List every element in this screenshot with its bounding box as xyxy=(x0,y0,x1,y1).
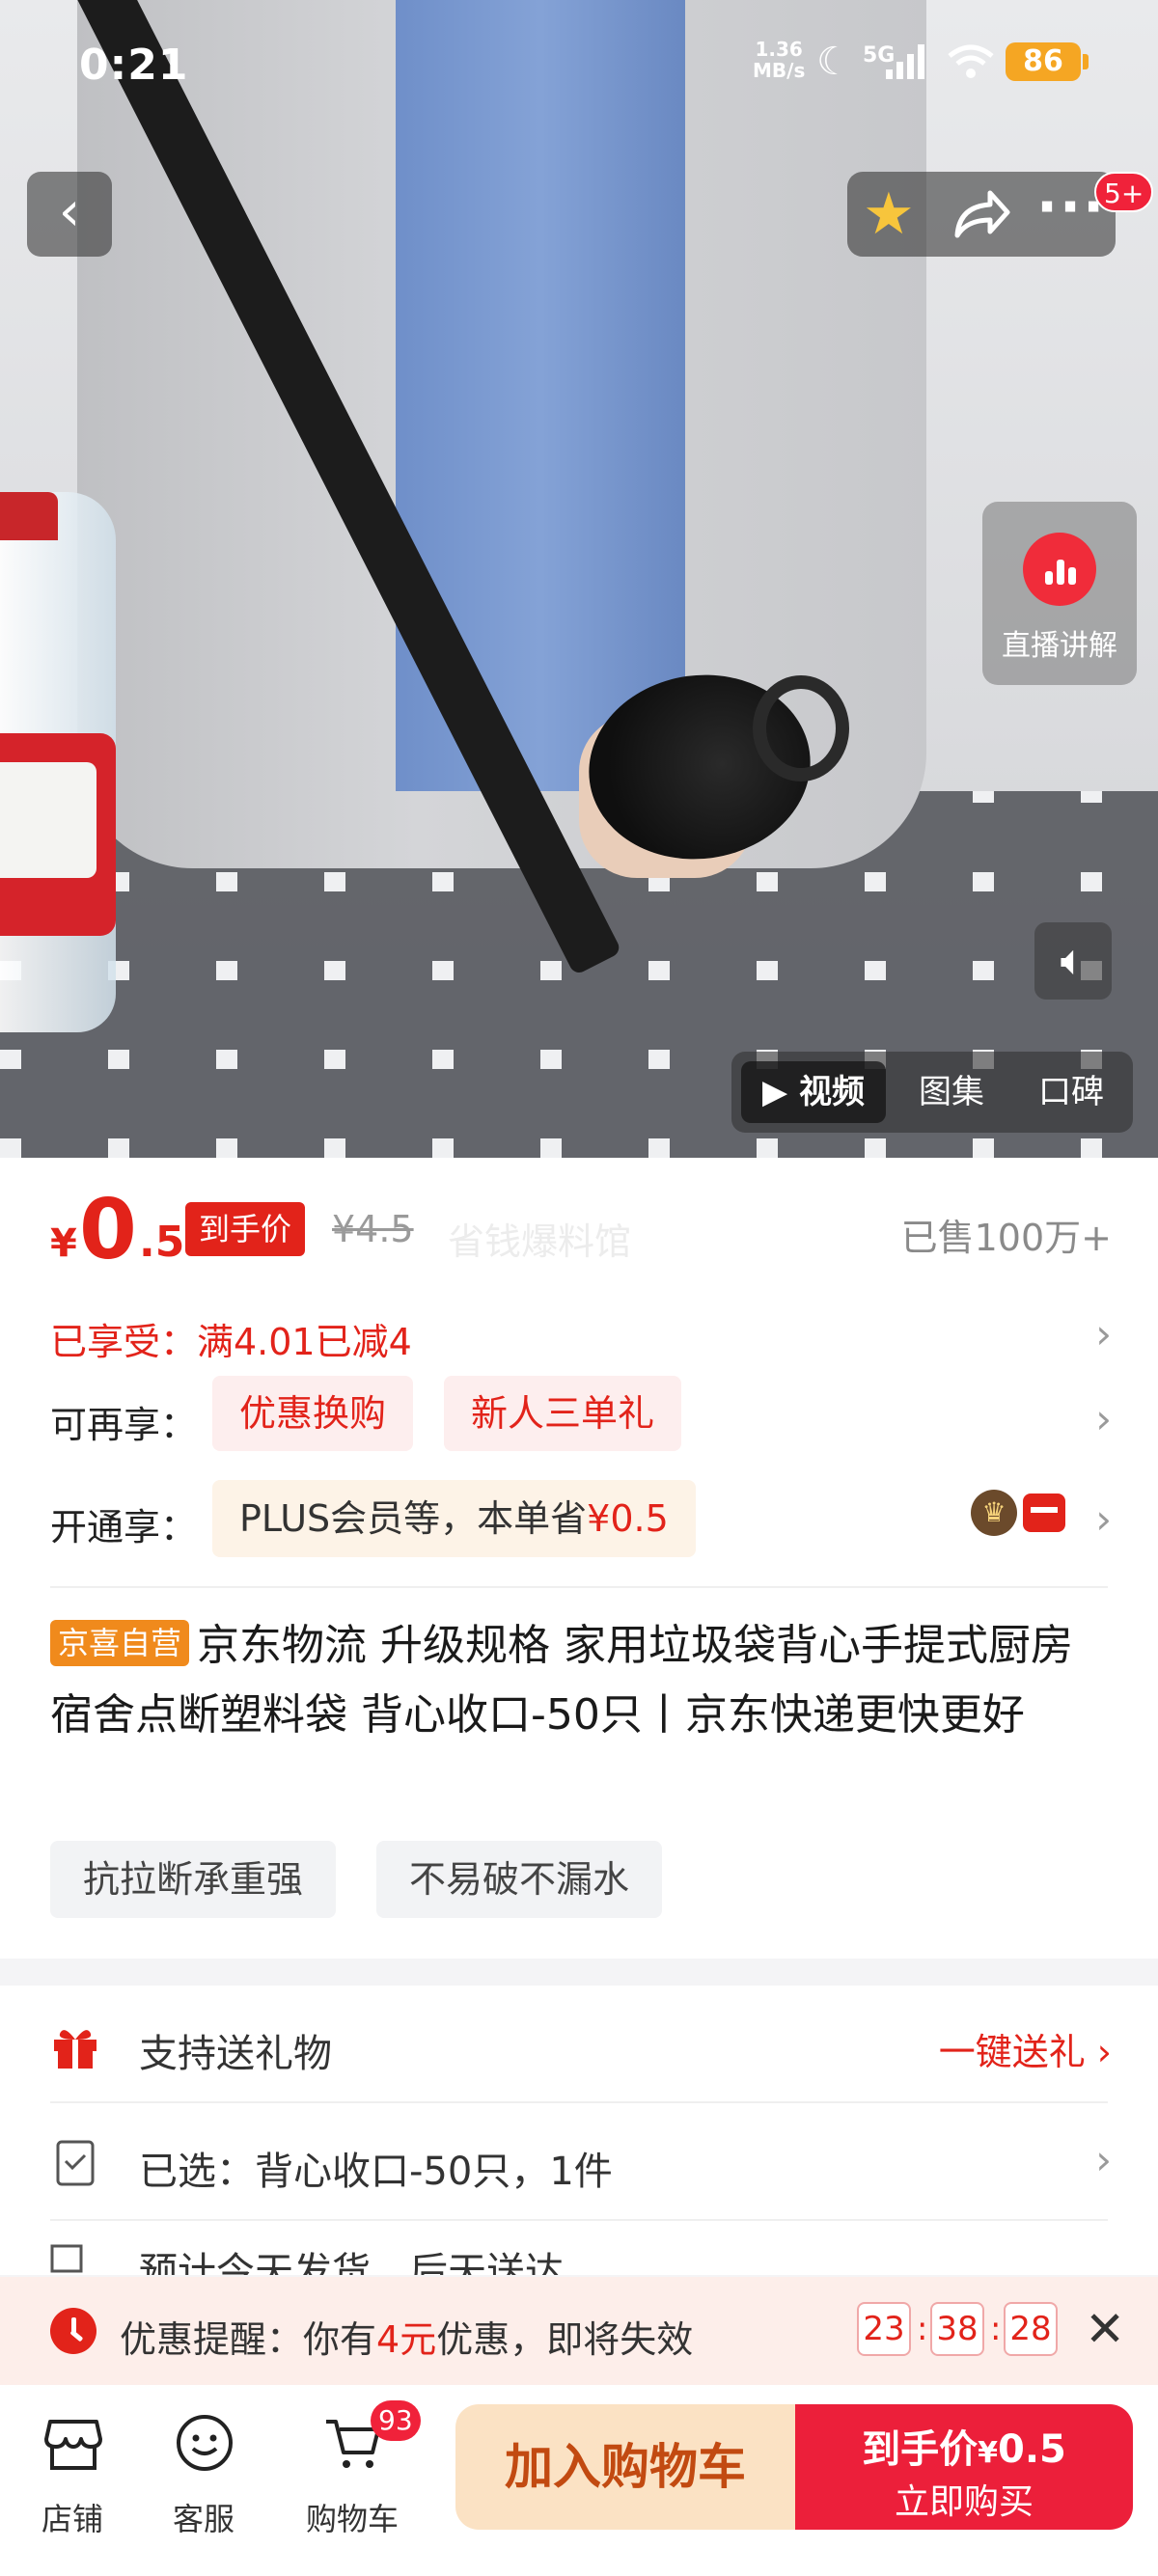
live-label: 直播讲解 xyxy=(1002,629,1117,663)
cart-label: 购物车 xyxy=(305,2501,399,2537)
delivery-row[interactable]: 预计今天发货，后天送达 xyxy=(50,2221,1112,2275)
live-icon xyxy=(1023,533,1096,606)
divider xyxy=(50,1586,1108,1588)
crown-icon: ♛ xyxy=(971,1490,1017,1536)
close-icon[interactable]: ✕ xyxy=(1085,2300,1125,2358)
promo-more-label: 可再享： xyxy=(50,1404,198,1446)
store-label: 店铺 xyxy=(41,2501,103,2537)
feature-tag: 抗拉断承重强 xyxy=(50,1841,337,1918)
promo-enjoyed-row[interactable]: 已享受：满4.01已减4 › xyxy=(50,1301,1112,1363)
back-button[interactable]: ‹ xyxy=(27,172,112,257)
bottle-label xyxy=(0,733,116,936)
chevron-right-icon: › xyxy=(1095,1310,1112,1357)
buy-now-button[interactable]: 到手价¥0.5 立即购买 xyxy=(795,2404,1133,2530)
promo-plus-label: 开通享： xyxy=(50,1506,198,1548)
tab-video[interactable]: ▶ 视频 xyxy=(741,1061,886,1123)
sold-count: 已售100万+ xyxy=(900,1217,1112,1259)
smile-chat-icon xyxy=(177,2415,233,2471)
self-operated-badge: 京喜自营 xyxy=(50,1620,190,1666)
gift-icon xyxy=(54,2030,96,2069)
checklist-icon xyxy=(56,2140,95,2186)
plus-member-chip[interactable]: PLUS会员等，本单省¥0.5 xyxy=(212,1480,696,1557)
service-label: 客服 xyxy=(172,2501,234,2537)
tab-gallery[interactable]: 图集 xyxy=(894,1061,1009,1123)
customer-service-button[interactable]: 客服 xyxy=(141,2406,266,2551)
countdown-minutes: 38 xyxy=(930,2302,984,2356)
price-integer: 0 xyxy=(79,1182,137,1278)
chip-trade-in[interactable]: 优惠换购 xyxy=(212,1376,414,1451)
tab-reviews[interactable]: 口碑 xyxy=(1013,1061,1129,1123)
net-speed: 1.36 MB/s xyxy=(753,38,806,82)
currency-symbol: ¥ xyxy=(50,1221,77,1266)
chevron-left-icon: ‹ xyxy=(58,180,81,243)
promo-more-row[interactable]: 可再享： 优惠换购 新人三单礼 › xyxy=(50,1376,1112,1453)
one-click-gift-link[interactable]: 一键送礼 › xyxy=(939,2022,1112,2075)
volume-toggle[interactable]: 🔈︎ xyxy=(1034,922,1112,1000)
top-action-group: ★ ··· xyxy=(847,172,1116,257)
chip-newcomer-gift[interactable]: 新人三单礼 xyxy=(444,1376,682,1451)
bottom-action-bar: 店铺 客服 93 购物车 加入购物车 到手价¥0.5 立即购买 xyxy=(0,2385,1158,2576)
star-icon[interactable]: ★ xyxy=(863,181,915,247)
media-tabs: ▶ 视频 图集 口碑 xyxy=(731,1052,1133,1133)
chevron-right-icon: › xyxy=(1095,1395,1112,1442)
final-price-tag: 到手价 xyxy=(185,1202,306,1256)
status-time: 0:21 xyxy=(79,41,189,90)
cart-count-badge: 93 xyxy=(371,2400,421,2441)
countdown-hours: 23 xyxy=(857,2302,911,2356)
feature-tag: 不易破不漏水 xyxy=(376,1841,663,1918)
product-video[interactable]: 0:21 1.36 MB/s ☾ 5G 86 ‹ ★ ··· 5+ 直播讲解 🔈… xyxy=(0,0,1158,1158)
share-icon[interactable] xyxy=(951,187,1011,243)
gift-row[interactable]: 支持送礼物 一键送礼 › xyxy=(50,1986,1112,2101)
moon-icon: ☾ xyxy=(816,40,851,84)
selected-spec-row[interactable]: 已选：背心收口-50只，1件 › xyxy=(50,2103,1112,2219)
product-info-card: ¥ 0 .5 到手价 ¥4.5 省钱爆料馆 已售100万+ 已享受：满4.01已… xyxy=(0,1158,1158,1959)
promo-plus-row[interactable]: 开通享： PLUS会员等，本单省¥0.5 ♛ › xyxy=(50,1476,1112,1561)
price-row: ¥ 0 .5 到手价 ¥4.5 省钱爆料馆 已售100万+ xyxy=(50,1187,1112,1274)
selected-spec-text: 已选：背心收口-50只，1件 xyxy=(139,2150,613,2194)
watermark-text: 省钱爆料馆 xyxy=(448,1220,632,1263)
signal-icon xyxy=(886,44,924,79)
truck-icon xyxy=(50,2244,83,2273)
product-title-text: 京东物流 升级规格 家用垃圾袋背心手提式厨房宿舍点断塑料袋 背心收口-50只丨京… xyxy=(50,1621,1073,1740)
speaker-icon: 🔈︎ xyxy=(1060,936,1087,985)
card-icon xyxy=(1023,1494,1065,1532)
product-title: 京喜自营 京东物流 升级规格 家用垃圾袋背心手提式厨房宿舍点断塑料袋 背心收口-5… xyxy=(50,1611,1108,1750)
chevron-right-icon: › xyxy=(1095,1495,1112,1543)
live-explain-button[interactable]: 直播讲解 xyxy=(982,502,1137,685)
delivery-text: 预计今天发货，后天送达 xyxy=(139,2250,564,2275)
promo-enjoyed-text: 已享受：满4.01已减4 xyxy=(50,1321,412,1363)
gift-label: 支持送礼物 xyxy=(139,2032,332,2076)
cart-button[interactable]: 93 购物车 xyxy=(290,2400,421,2551)
service-card: 支持送礼物 一键送礼 › 已选：背心收口-50只，1件 › 预计今天发货，后天送… xyxy=(0,1986,1158,2275)
battery-indicator: 86 xyxy=(1006,42,1089,81)
store-button[interactable]: 店铺 xyxy=(10,2406,135,2551)
original-price: ¥4.5 xyxy=(332,1208,414,1250)
reminder-text: 优惠提醒：你有4元优惠，即将失效 xyxy=(120,2318,694,2361)
wifi-icon xyxy=(948,44,994,78)
message-badge: 5+ xyxy=(1094,172,1154,212)
buy-now-label: 立即购买 xyxy=(894,2482,1034,2522)
status-bar: 0:21 1.36 MB/s ☾ 5G 86 xyxy=(0,29,1158,106)
countdown-seconds: 28 xyxy=(1004,2302,1058,2356)
coupon-reminder-bar[interactable]: 优惠提醒：你有4元优惠，即将失效 23 : 38 : 28 ✕ xyxy=(0,2277,1158,2385)
vip-icons: ♛ xyxy=(971,1490,1067,1542)
clock-icon xyxy=(50,2308,96,2354)
bracelet xyxy=(753,675,849,781)
chevron-right-icon: › xyxy=(1095,2136,1112,2183)
price-decimal: .5 xyxy=(139,1218,185,1267)
store-icon xyxy=(44,2420,102,2470)
bottle-cap xyxy=(0,492,58,540)
add-to-cart-button[interactable]: 加入购物车 xyxy=(455,2404,795,2530)
buy-price-line: 到手价¥0.5 xyxy=(862,2427,1066,2472)
